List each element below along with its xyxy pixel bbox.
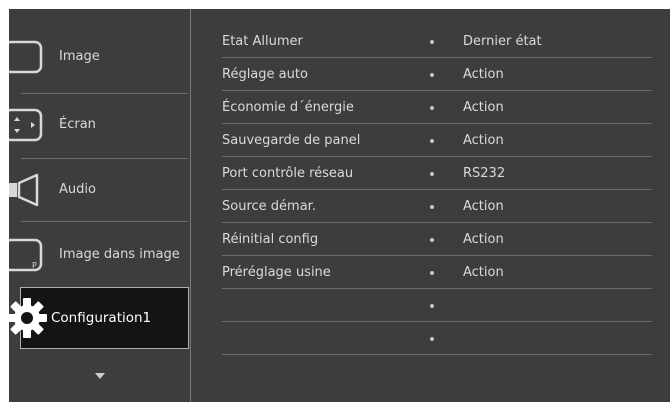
setting-value: Action: [463, 100, 504, 115]
sidebar-item-pip[interactable]: P Image dans image: [9, 223, 190, 287]
setting-row-panel-saving[interactable]: Sauvegarde de panel Action: [191, 124, 670, 157]
speaker-icon: [9, 173, 39, 207]
setting-value: Dernier état: [463, 34, 542, 49]
settings-list: Etat Allumer Dernier état Réglage auto A…: [191, 9, 670, 369]
setting-row-empty: [191, 289, 670, 322]
sidebar-item-label: Configuration1: [51, 310, 152, 326]
bullet-icon: [430, 73, 434, 77]
pip-icon: P: [9, 238, 43, 272]
sidebar-item-label: Écran: [59, 117, 96, 132]
setting-name: Réglage auto: [222, 67, 308, 82]
sidebar: Image Écran Audio P Image dans image Con…: [9, 9, 190, 402]
row-divider: [222, 354, 652, 355]
bullet-icon: [430, 337, 434, 341]
setting-value: Action: [463, 67, 504, 82]
sidebar-item-label: Image: [59, 49, 100, 64]
sidebar-item-screen[interactable]: Écran: [9, 93, 190, 157]
screen-icon: [9, 108, 43, 142]
setting-row-reset-config[interactable]: Réinitial config Action: [191, 223, 670, 256]
bullet-icon: [430, 106, 434, 110]
setting-name: Source démar.: [222, 199, 316, 214]
sidebar-item-label: Image dans image: [59, 247, 180, 262]
sidebar-item-label: Audio: [59, 182, 96, 197]
setting-row-boot-source[interactable]: Source démar. Action: [191, 190, 670, 223]
gear-icon: [9, 298, 47, 338]
bullet-icon: [430, 238, 434, 242]
setting-value: Action: [463, 133, 504, 148]
sidebar-item-audio[interactable]: Audio: [9, 158, 190, 222]
setting-name: Préréglage usine: [222, 265, 331, 280]
setting-name: Etat Allumer: [222, 34, 303, 49]
setting-name: Réinitial config: [222, 232, 319, 247]
setting-name: Économie d´énergie: [222, 100, 354, 115]
setting-row-auto-adjust[interactable]: Réglage auto Action: [191, 58, 670, 91]
bullet-icon: [430, 172, 434, 176]
svg-text:P: P: [32, 261, 37, 270]
setting-value: RS232: [463, 166, 506, 181]
setting-name: Sauvegarde de panel: [222, 133, 361, 148]
setting-row-power-on-state[interactable]: Etat Allumer Dernier état: [191, 25, 670, 58]
setting-row-factory-reset[interactable]: Préréglage usine Action: [191, 256, 670, 289]
sidebar-item-configuration1[interactable]: Configuration1: [9, 287, 189, 349]
setting-name: Port contrôle réseau: [222, 166, 354, 181]
bullet-icon: [430, 40, 434, 44]
setting-value: Action: [463, 232, 504, 247]
chevron-down-icon[interactable]: [95, 373, 105, 379]
setting-value: Action: [463, 199, 504, 214]
setting-row-energy-saving[interactable]: Économie d´énergie Action: [191, 91, 670, 124]
bullet-icon: [430, 139, 434, 143]
bullet-icon: [430, 205, 434, 209]
bullet-icon: [430, 304, 434, 308]
sidebar-divider: [21, 221, 188, 222]
picture-icon: [9, 40, 43, 74]
setting-value: Action: [463, 265, 504, 280]
sidebar-item-image[interactable]: Image: [9, 25, 190, 89]
setting-row-network-control-port[interactable]: Port contrôle réseau RS232: [191, 157, 670, 190]
osd-menu: Image Écran Audio P Image dans image Con…: [9, 9, 670, 402]
setting-row-empty: [191, 322, 670, 355]
bullet-icon: [430, 271, 434, 275]
